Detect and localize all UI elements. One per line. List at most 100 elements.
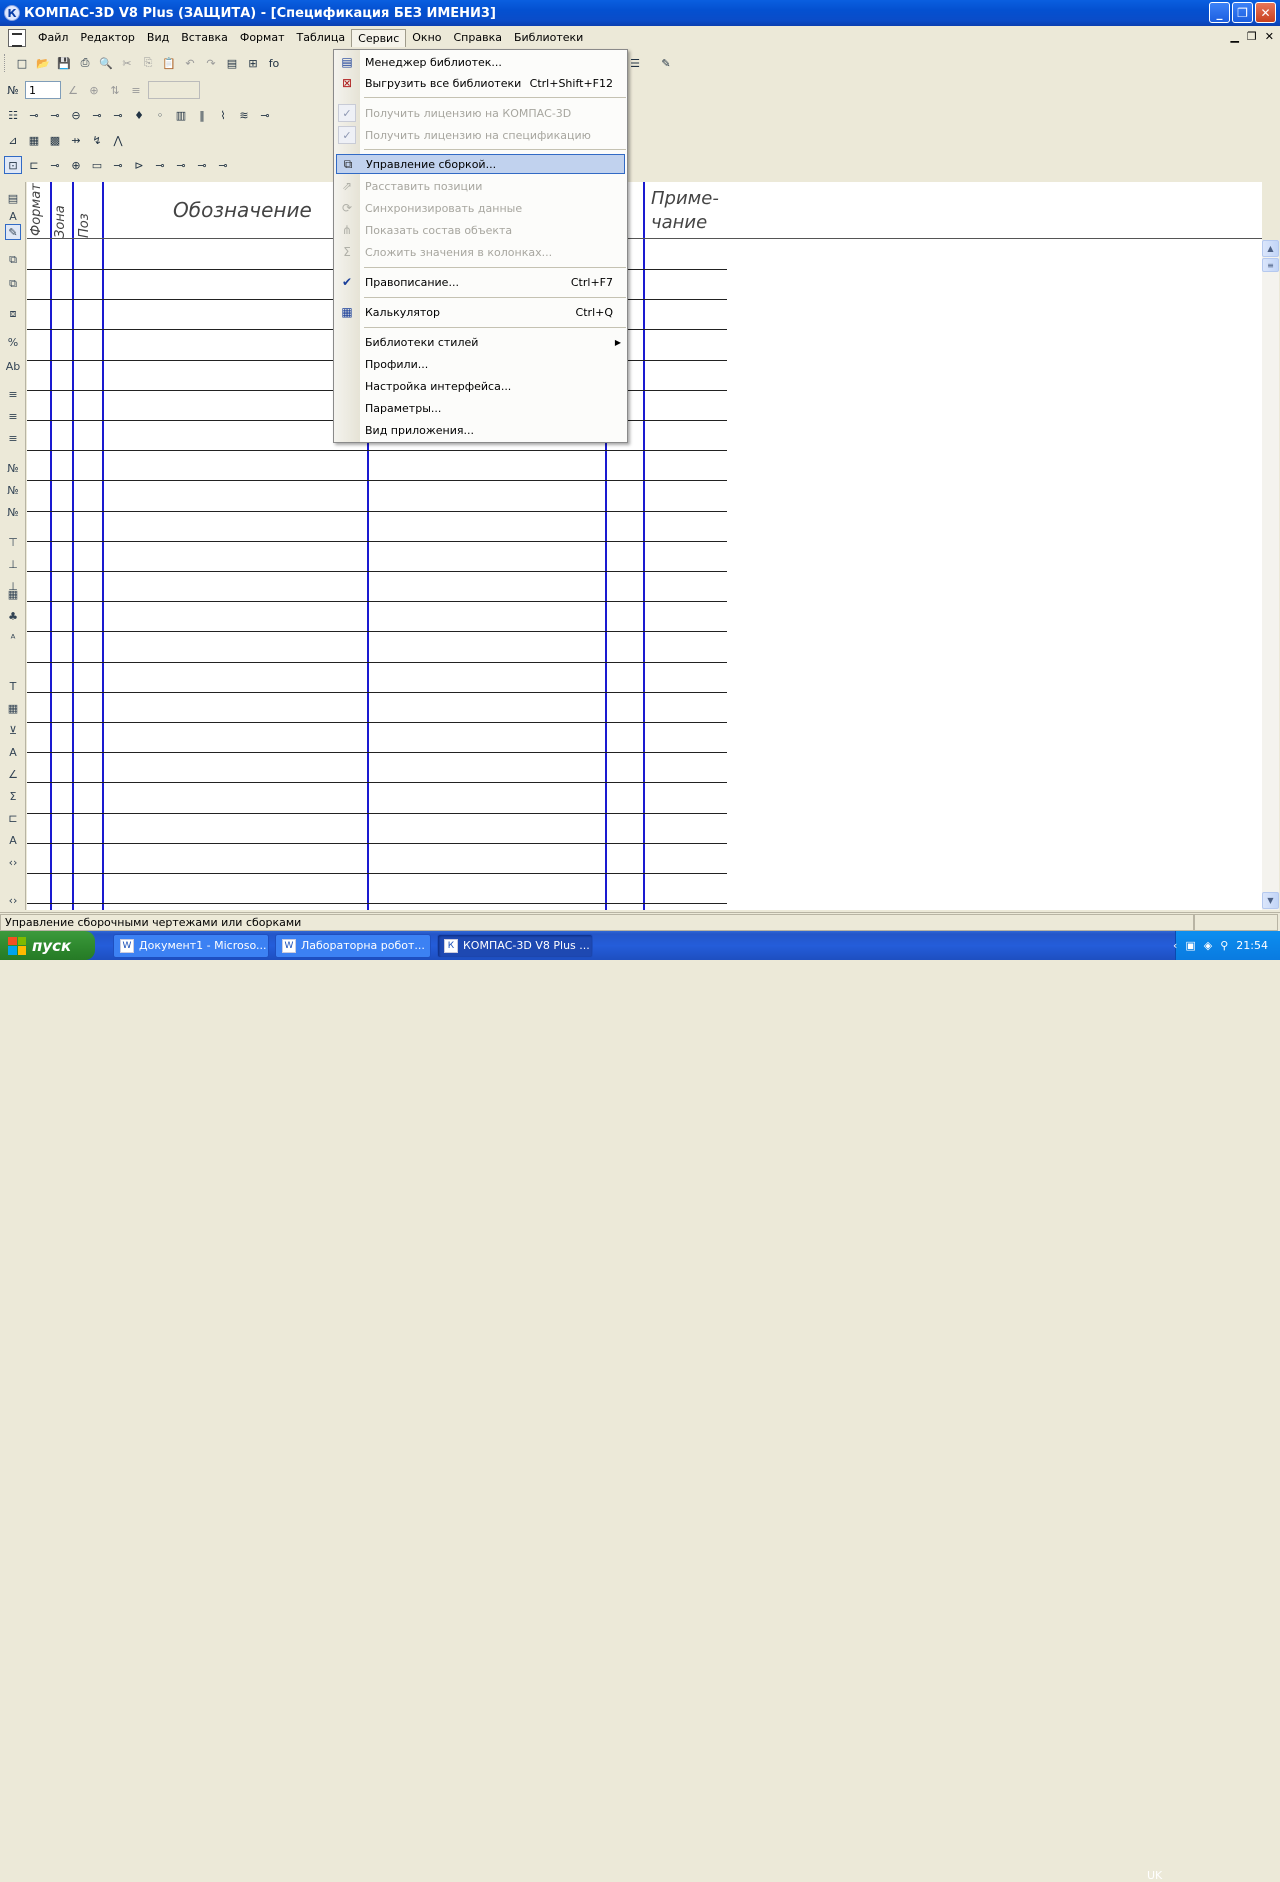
menu-place-positions[interactable]: ⇗ Расставить позиции: [336, 176, 625, 196]
scroll-up-icon[interactable]: ▲: [1262, 240, 1279, 257]
angle-text-icon[interactable]: ∠: [5, 766, 21, 782]
text-t-icon[interactable]: T: [5, 678, 21, 694]
align-middle-icon[interactable]: ⊥: [5, 556, 21, 572]
bearing-icon[interactable]: ⌇: [214, 106, 232, 124]
mdi-close-icon[interactable]: ✕: [1265, 30, 1274, 43]
scroll-down-icon[interactable]: ▼: [1262, 892, 1279, 909]
grid-icon[interactable]: ▦: [25, 131, 43, 149]
connector-icon[interactable]: ⊸: [46, 156, 64, 174]
globe-icon[interactable]: ⊕: [85, 81, 103, 99]
page-icon[interactable]: ▤: [5, 190, 21, 206]
print-preview-icon[interactable]: 🔍: [97, 54, 115, 72]
menu-parameters[interactable]: Параметры...: [336, 398, 625, 418]
align-top-icon[interactable]: ⊤: [5, 534, 21, 550]
task-lab-work[interactable]: W Лабораторна робот...: [275, 933, 431, 958]
menu-service[interactable]: Сервис: [351, 28, 407, 47]
close-button[interactable]: ✕: [1255, 2, 1276, 23]
scroll-thumb[interactable]: ≡: [1262, 258, 1279, 272]
plug-icon[interactable]: ⊸: [109, 156, 127, 174]
menu-spelling[interactable]: ✔ Правописание... Ctrl+F7: [336, 272, 625, 292]
nut-icon[interactable]: ⊖: [67, 106, 85, 124]
flag-icon[interactable]: ⊳: [130, 156, 148, 174]
fastener-icon[interactable]: ⊸: [256, 106, 274, 124]
library-manager-icon[interactable]: ▤: [223, 54, 241, 72]
target-icon[interactable]: ⊕: [67, 156, 85, 174]
menu-license-kompas[interactable]: ✓ Получить лицензию на КОМПАС-3D: [336, 103, 625, 123]
menu-edit[interactable]: Редактор: [74, 29, 141, 46]
rectangle-icon[interactable]: ▭: [88, 156, 106, 174]
arrow-icon[interactable]: ⇸: [67, 131, 85, 149]
copy-pages-icon[interactable]: ⧉: [5, 252, 21, 268]
menu-sum-columns[interactable]: Σ Сложить значения в колонках...: [336, 242, 625, 262]
nav-arrows-icon[interactable]: ‹›: [5, 854, 21, 870]
menu-style-libraries[interactable]: Библиотеки стилей ▶: [336, 332, 625, 352]
open-folder-icon[interactable]: 📂: [34, 54, 52, 72]
paste-pages-icon[interactable]: ⧉: [5, 276, 21, 292]
menu-table[interactable]: Таблица: [290, 29, 351, 46]
nav-arrows2-icon[interactable]: ‹›: [5, 892, 21, 908]
shaft-icon[interactable]: ‖: [193, 106, 211, 124]
stamp-icon[interactable]: ⧈: [5, 306, 21, 322]
screw-icon[interactable]: ⊸: [46, 106, 64, 124]
frame-icon[interactable]: ⊏: [5, 810, 21, 826]
cut-icon[interactable]: ✂: [118, 54, 136, 72]
menu-view[interactable]: Вид: [141, 29, 175, 46]
split-icon[interactable]: ⊏: [25, 156, 43, 174]
save-icon[interactable]: 💾: [55, 54, 73, 72]
menu-format[interactable]: Формат: [234, 29, 291, 46]
tray-expand-icon[interactable]: ‹: [1173, 939, 1177, 952]
weld-icon[interactable]: ≋: [235, 106, 253, 124]
menu-library-manager[interactable]: ▤ Менеджер библиотек...: [336, 52, 625, 72]
abc-vertical-icon[interactable]: ᴬ: [5, 630, 21, 646]
numbered-list2-icon[interactable]: №: [5, 482, 21, 498]
menu-window[interactable]: Окно: [406, 29, 447, 46]
variables-icon[interactable]: ⊞: [244, 54, 262, 72]
fx-icon[interactable]: fo: [265, 54, 283, 72]
rivet-icon[interactable]: ♦: [130, 106, 148, 124]
menu-help[interactable]: Справка: [448, 29, 508, 46]
lines3-icon[interactable]: ≡: [5, 430, 21, 446]
menu-application-view[interactable]: Вид приложения...: [336, 420, 625, 440]
toolbar-grip[interactable]: [4, 54, 7, 72]
table-icon[interactable]: ▦: [5, 586, 21, 602]
menu-interface-settings[interactable]: Настройка интерфейса...: [336, 376, 625, 396]
menu-unload-libraries[interactable]: ⊠ Выгрузить все библиотеки Ctrl+Shift+F1…: [336, 73, 625, 93]
lines-icon[interactable]: ≡: [5, 386, 21, 402]
sheet-number-input[interactable]: 1: [25, 81, 61, 99]
a-underline-icon[interactable]: A: [5, 744, 21, 760]
bolt-icon[interactable]: ⊸: [25, 106, 43, 124]
sort-icon[interactable]: ⇅: [106, 81, 124, 99]
select-icon[interactable]: ⊡: [4, 156, 22, 174]
spec-object-list-icon[interactable]: ☷: [4, 106, 22, 124]
edit-active-icon[interactable]: ✎: [5, 224, 21, 240]
menu-libraries[interactable]: Библиотеки: [508, 29, 589, 46]
menu-calculator[interactable]: ▦ Калькулятор Ctrl+Q: [336, 302, 625, 322]
restore-button[interactable]: ❐: [1232, 2, 1253, 23]
bolt3-icon[interactable]: ⊸: [172, 156, 190, 174]
redo-icon[interactable]: ↷: [202, 54, 220, 72]
paste-icon[interactable]: 📋: [160, 54, 178, 72]
hatch-icon[interactable]: ▩: [46, 131, 64, 149]
menu-sync-data[interactable]: ⟳ Синхронизировать данные: [336, 198, 625, 218]
layout-icon[interactable]: ⊿: [4, 131, 22, 149]
mark-icon[interactable]: ⋀: [109, 131, 127, 149]
percent-icon[interactable]: %: [5, 334, 21, 350]
pin-icon[interactable]: ⊸: [109, 106, 127, 124]
menu-license-spec[interactable]: ✓ Получить лицензию на спецификацию: [336, 125, 625, 145]
bolt5-icon[interactable]: ⊸: [214, 156, 232, 174]
bolt4-icon[interactable]: ⊸: [193, 156, 211, 174]
numbered-list3-icon[interactable]: №: [5, 504, 21, 520]
numbered-list-icon[interactable]: №: [5, 460, 21, 476]
network-icon[interactable]: ▣: [1185, 939, 1195, 952]
new-document-icon[interactable]: □: [13, 54, 31, 72]
undo-icon[interactable]: ↶: [181, 54, 199, 72]
print-icon[interactable]: ⎙: [76, 54, 94, 72]
ab-text-icon[interactable]: Ab: [5, 358, 21, 374]
task-kompas[interactable]: К КОМПАС-3D V8 Plus ...: [437, 933, 593, 958]
text-a-icon[interactable]: A: [5, 208, 21, 224]
copy-icon[interactable]: ⎘: [139, 54, 157, 72]
leader-icon[interactable]: ↯: [88, 131, 106, 149]
align-icon[interactable]: ≡: [127, 81, 145, 99]
menu-insert[interactable]: Вставка: [175, 29, 234, 46]
sum-text-icon[interactable]: Σ: [5, 788, 21, 804]
